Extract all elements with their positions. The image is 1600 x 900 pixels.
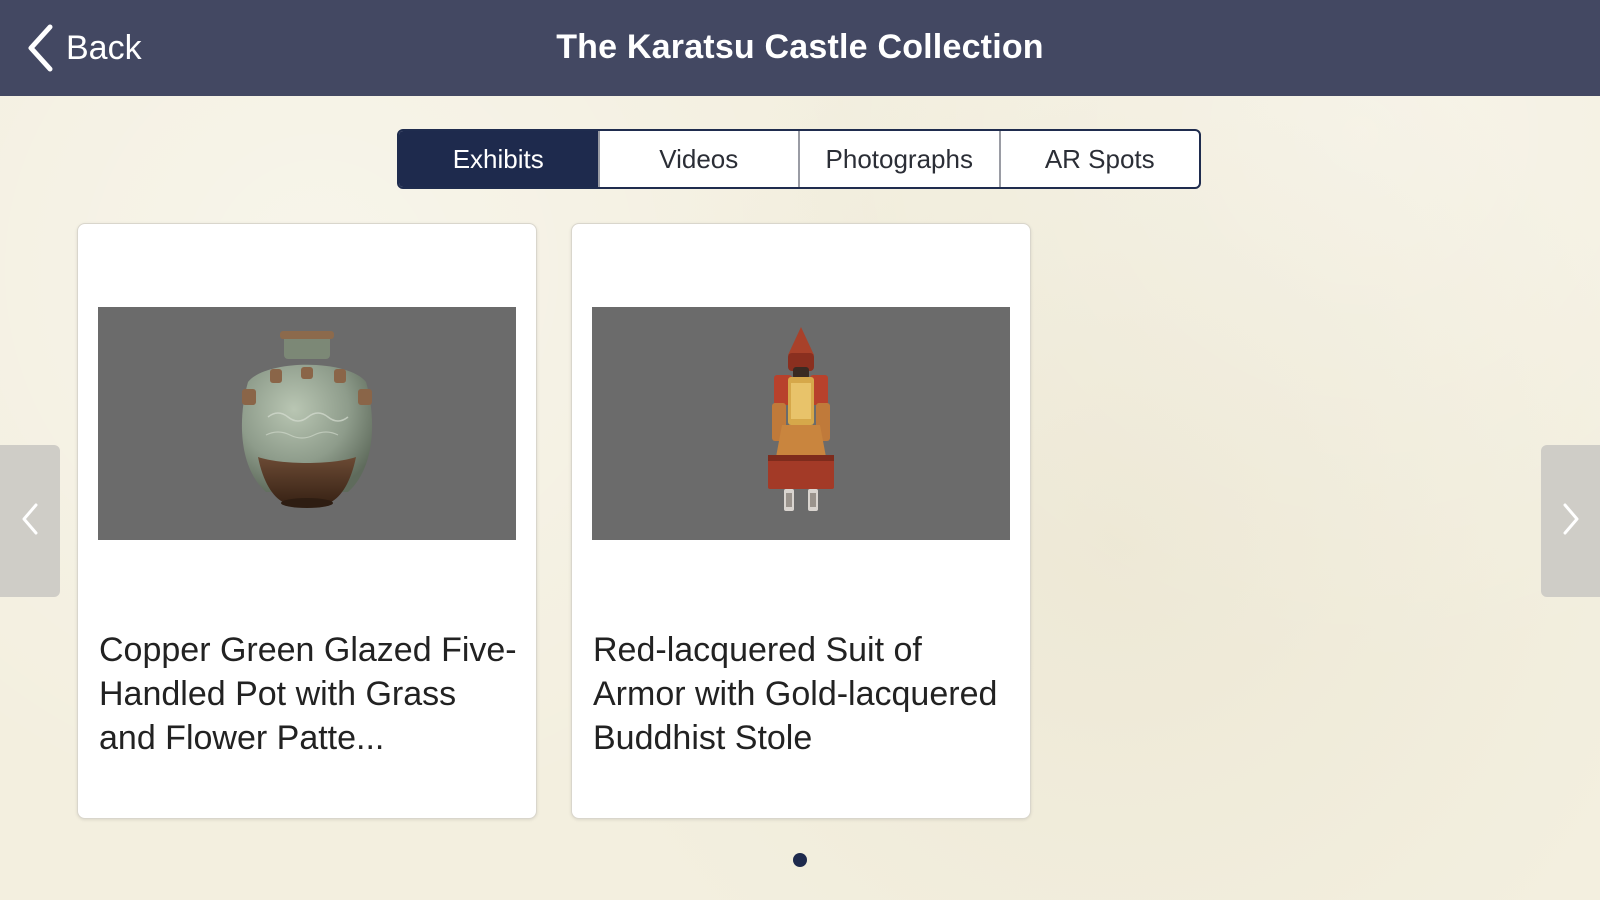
- next-page-button[interactable]: [1541, 445, 1600, 597]
- armor-illustration: [768, 327, 834, 511]
- exhibit-image-armor: [592, 307, 1010, 540]
- category-tabs: Exhibits Videos Photographs AR Spots: [397, 129, 1201, 189]
- tab-exhibits[interactable]: Exhibits: [399, 131, 598, 187]
- tab-photographs[interactable]: Photographs: [798, 131, 999, 187]
- page-title: The Karatsu Castle Collection: [556, 28, 1044, 66]
- chevron-left-icon: [19, 501, 41, 542]
- exhibit-title: Red-lacquered Suit of Armor with Gold-la…: [593, 631, 998, 757]
- page-indicator: [0, 853, 1600, 867]
- pot-illustration: [241, 331, 373, 508]
- tab-ar-spots[interactable]: AR Spots: [998, 131, 1200, 187]
- chevron-right-icon: [1560, 501, 1582, 542]
- exhibit-image-pot: [98, 307, 516, 540]
- previous-page-button[interactable]: [0, 445, 60, 597]
- top-navigation-bar: Back The Karatsu Castle Collection: [0, 0, 1600, 96]
- exhibit-card[interactable]: Copper Green Glazed Five-Handled Pot wit…: [77, 223, 537, 819]
- exhibit-title: Copper Green Glazed Five-Handled Pot wit…: [99, 631, 517, 757]
- tab-videos[interactable]: Videos: [597, 131, 799, 187]
- page-dot-active: [793, 853, 807, 867]
- exhibit-card[interactable]: Red-lacquered Suit of Armor with Gold-la…: [571, 223, 1031, 819]
